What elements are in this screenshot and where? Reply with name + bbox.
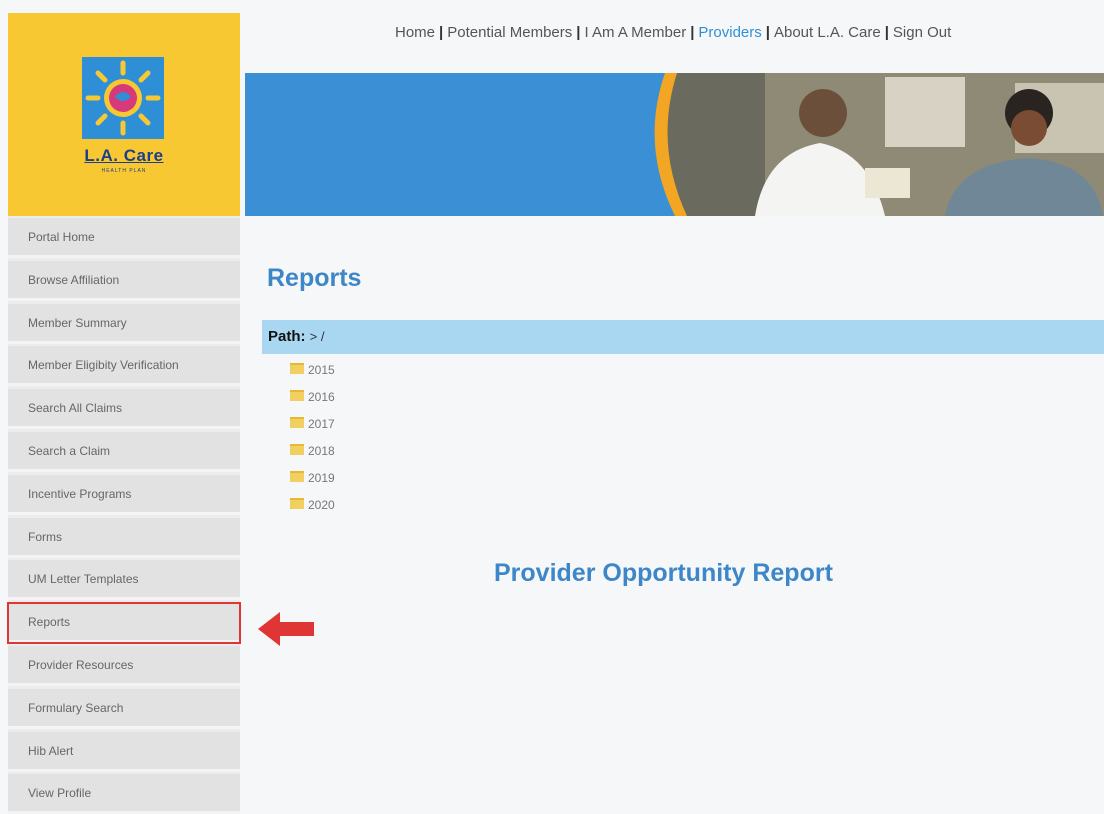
sidebar-item-um-letter-templates[interactable]: UM Letter Templates xyxy=(8,560,240,601)
folder-item[interactable]: 2015 xyxy=(290,359,335,381)
top-nav-potential-members[interactable]: Potential Members xyxy=(447,24,572,41)
folder-icon xyxy=(290,498,304,510)
folder-item[interactable]: 2019 xyxy=(290,467,335,489)
path-bar: Path: > / xyxy=(262,320,1104,354)
top-nav-sign-out[interactable]: Sign Out xyxy=(893,24,951,41)
sidebar-item-search-all-claims[interactable]: Search All Claims xyxy=(8,389,240,430)
sidebar-item-member-eligibity-verification[interactable]: Member Eligibity Verification xyxy=(8,346,240,387)
sidebar-item-browse-affiliation[interactable]: Browse Affiliation xyxy=(8,260,240,301)
page-title: Reports xyxy=(267,264,362,292)
folder-item[interactable]: 2018 xyxy=(290,440,335,462)
top-nav-providers[interactable]: Providers xyxy=(698,24,761,41)
folder-item[interactable]: 2016 xyxy=(290,386,335,408)
sidebar-item-reports[interactable]: Reports xyxy=(7,602,241,645)
folder-icon xyxy=(290,471,304,483)
report-title[interactable]: Provider Opportunity Report xyxy=(494,559,833,588)
sidebar-item-hib-alert[interactable]: Hib Alert xyxy=(8,731,240,772)
logo-name: L.A. Care xyxy=(84,146,164,165)
nav-separator: | xyxy=(884,24,889,41)
folder-label: 2016 xyxy=(308,390,335,404)
banner-image xyxy=(245,73,1104,216)
nav-separator: | xyxy=(439,24,444,41)
nav-separator: | xyxy=(690,24,695,41)
folder-label: 2015 xyxy=(308,363,335,377)
sidebar-item-member-summary[interactable]: Member Summary xyxy=(8,303,240,344)
folder-label: 2018 xyxy=(308,444,335,458)
folder-icon xyxy=(290,444,304,456)
path-value[interactable]: > / xyxy=(310,329,325,344)
sun-logo-icon xyxy=(82,57,164,139)
folder-label: 2017 xyxy=(308,417,335,431)
folder-icon xyxy=(290,363,304,375)
sidebar-item-view-profile[interactable]: View Profile xyxy=(8,774,240,814)
folder-icon xyxy=(290,417,304,429)
sidebar-item-incentive-programs[interactable]: Incentive Programs xyxy=(8,474,240,515)
top-nav-about-l-a-care[interactable]: About L.A. Care xyxy=(774,24,881,41)
top-nav: Home | Potential Members | I Am A Member | Pro… xyxy=(395,24,1100,41)
path-label: Path: xyxy=(268,328,306,345)
folder-item[interactable]: 2017 xyxy=(290,413,335,435)
sidebar-item-portal-home[interactable]: Portal Home xyxy=(8,218,240,258)
top-nav-i-am-a-member[interactable]: I Am A Member xyxy=(584,24,686,41)
logo[interactable]: L.A. Care HEALTH PLAN xyxy=(8,13,240,216)
top-nav-home[interactable]: Home xyxy=(395,24,435,41)
nav-separator: | xyxy=(765,24,770,41)
sidebar-item-formulary-search[interactable]: Formulary Search xyxy=(8,688,240,729)
red-arrow-icon xyxy=(258,612,314,646)
folder-item[interactable]: 2020 xyxy=(290,494,335,516)
sidebar-item-forms[interactable]: Forms xyxy=(8,517,240,558)
folder-label: 2020 xyxy=(308,498,335,512)
sidebar-item-search-a-claim[interactable]: Search a Claim xyxy=(8,432,240,472)
folder-icon xyxy=(290,390,304,402)
sidebar-item-provider-resources[interactable]: Provider Resources xyxy=(8,646,240,686)
nav-separator: | xyxy=(576,24,581,41)
sidebar: L.A. Care HEALTH PLAN Portal Home Browse … xyxy=(7,13,241,814)
logo-tagline: HEALTH PLAN xyxy=(101,168,147,174)
folder-label: 2019 xyxy=(308,471,335,485)
